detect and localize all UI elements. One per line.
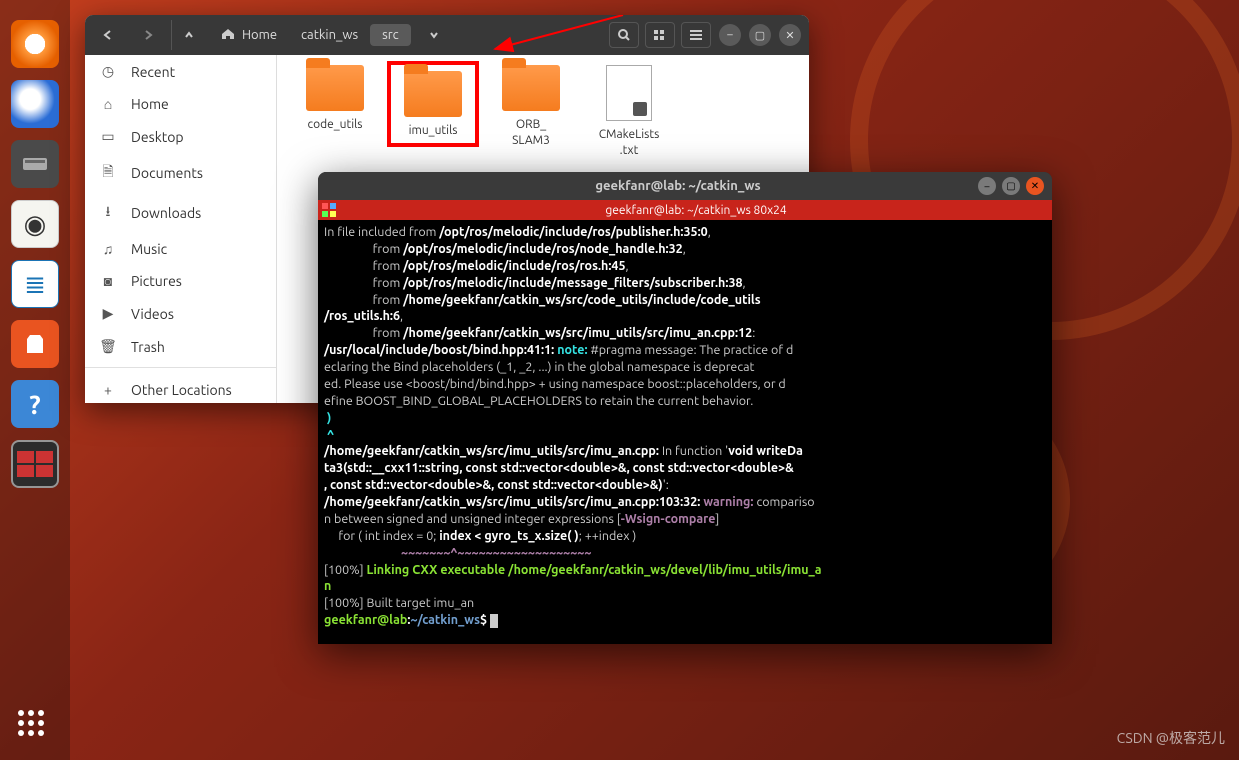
path-bar: Home catkin_ws src [209,20,451,50]
terminal-output[interactable]: In file included from /opt/ros/melodic/i… [318,220,1052,644]
view-toggle-button[interactable] [645,22,675,48]
thunderbird-icon[interactable] [11,80,59,128]
terminal-maximize-button[interactable]: ▢ [1002,177,1020,195]
sidebar-item-videos[interactable]: ▶Videos [85,297,276,330]
folder-icon [502,65,560,111]
search-button[interactable] [609,22,639,48]
help-icon[interactable]: ? [11,380,59,428]
apps-grid-button[interactable] [18,710,44,736]
terminal-tab-label[interactable]: geekfanr@lab: ~/catkin_ws 80x24 [340,204,1052,217]
folder-code-utils[interactable]: code_utils [293,65,377,133]
rhythmbox-icon[interactable]: ◉ [11,200,59,248]
terminal-window: geekfanr@lab: ~/catkin_ws – ▢ ✕ geekfanr… [318,172,1052,644]
dock: ◉ ≣ ? [0,0,70,760]
close-button[interactable]: ✕ [779,24,801,46]
minimize-button[interactable]: – [719,24,741,46]
home-icon: ⌂ [99,96,117,112]
sidebar-item-downloads[interactable]: ⭳Downloads [85,193,276,233]
path-home[interactable]: Home [209,24,289,46]
terminator-logo-icon [322,203,336,217]
pictures-icon: ◙ [99,273,117,289]
path-catkin-ws[interactable]: catkin_ws [289,24,370,46]
trash-icon: 🗑 [99,338,117,355]
folder-orb-slam3[interactable]: ORB_ SLAM3 [489,65,573,148]
terminal-title: geekfanr@lab: ~/catkin_ws [378,179,978,193]
sidebar-item-trash[interactable]: 🗑Trash [85,330,276,363]
terminal-minimize-button[interactable]: – [978,177,996,195]
download-icon: ⭳ [99,201,117,225]
terminal-tab-bar: geekfanr@lab: ~/catkin_ws 80x24 [318,200,1052,220]
path-menu-button[interactable] [171,20,205,50]
sidebar-item-music[interactable]: ♫Music [85,233,276,265]
folder-icon [306,65,364,111]
writer-icon[interactable]: ≣ [11,260,59,308]
terminal-titlebar: geekfanr@lab: ~/catkin_ws – ▢ ✕ [318,172,1052,200]
text-file-icon [606,65,652,121]
desktop-icon: ▭ [99,128,117,145]
cursor [490,614,498,628]
videos-icon: ▶ [99,305,117,322]
firefox-icon[interactable] [11,20,59,68]
clock-icon: ◷ [99,63,117,80]
sidebar-item-desktop[interactable]: ▭Desktop [85,120,276,153]
software-icon[interactable] [11,320,59,368]
folder-icon [404,71,462,117]
sidebar-item-other-locations[interactable]: +Other Locations [85,367,276,403]
documents-icon: 🗎 [99,161,117,185]
files-titlebar: Home catkin_ws src – ▢ ✕ [85,15,809,55]
terminal-dock-icon[interactable] [11,440,59,488]
sidebar-item-documents[interactable]: 🗎Documents [85,153,276,193]
files-icon[interactable] [11,140,59,188]
folder-imu-utils[interactable]: imu_utils [391,65,475,143]
watermark: CSDN @极客范儿 [1117,728,1225,748]
hamburger-button[interactable] [681,22,711,48]
music-icon: ♫ [99,241,117,257]
sidebar-item-recent[interactable]: ◷Recent [85,55,276,88]
sidebar-item-pictures[interactable]: ◙Pictures [85,265,276,297]
plus-icon: + [99,382,117,398]
path-src[interactable]: src [370,24,411,46]
file-cmakelists[interactable]: CMakeLists .txt [587,65,671,158]
nav-forward-button[interactable] [131,20,165,50]
terminal-close-button[interactable]: ✕ [1026,177,1044,195]
maximize-button[interactable]: ▢ [749,24,771,46]
path-overflow-button[interactable] [417,20,451,50]
sidebar-item-home[interactable]: ⌂Home [85,88,276,120]
files-sidebar: ◷Recent ⌂Home ▭Desktop 🗎Documents ⭳Downl… [85,55,277,403]
nav-back-button[interactable] [91,20,125,50]
